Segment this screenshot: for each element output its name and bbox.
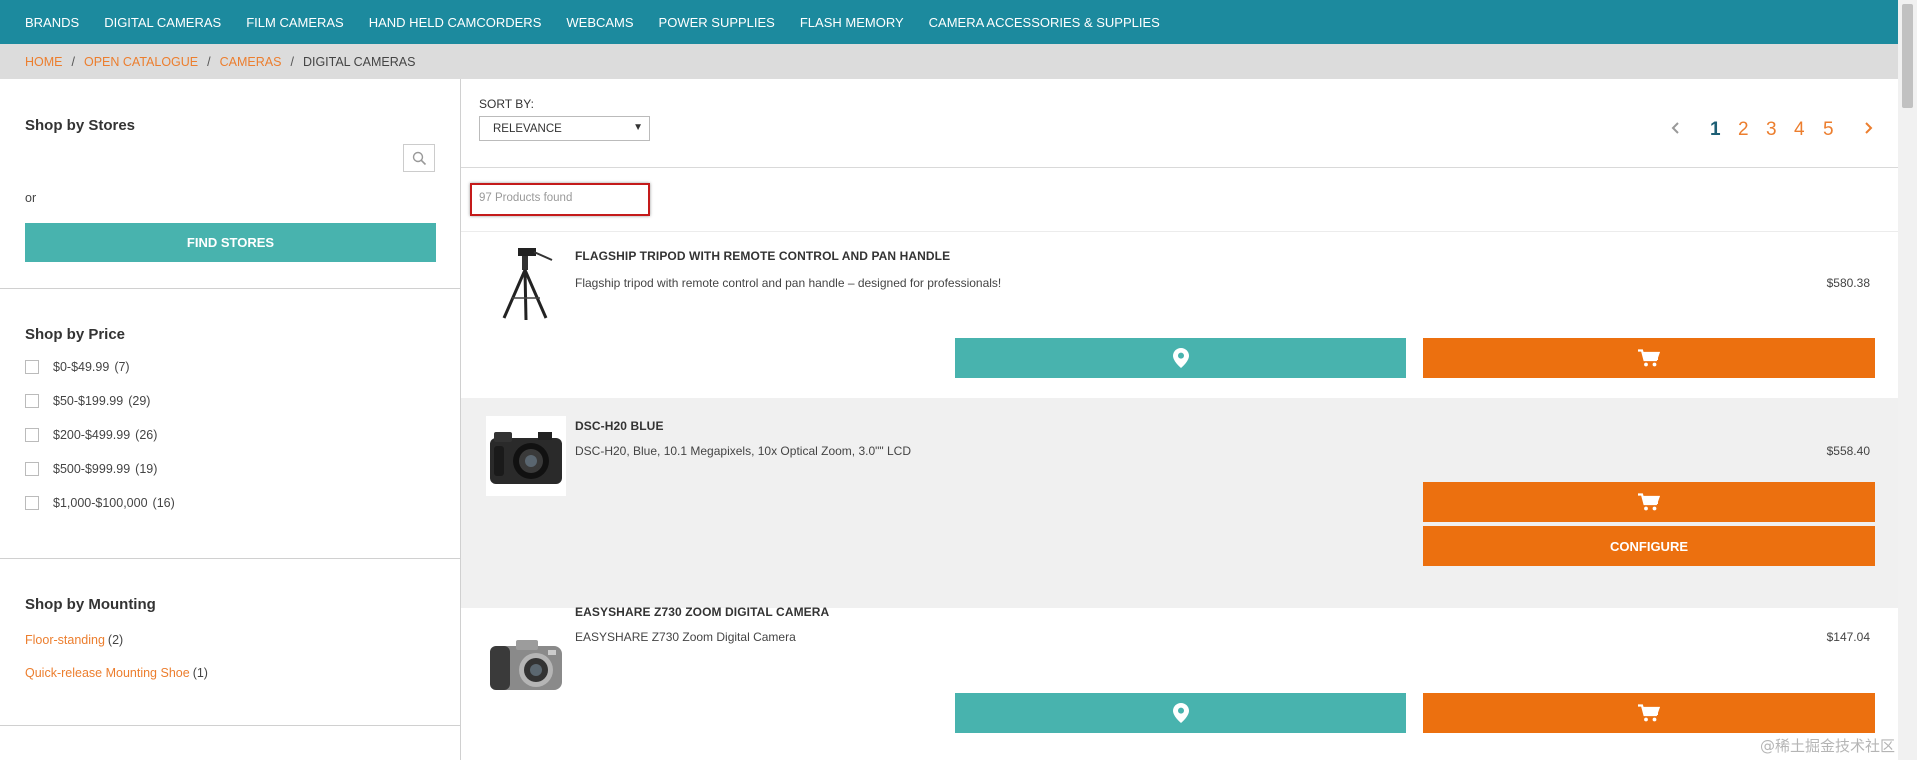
product-listing: SORT BY: RELEVANCE ▼ 1 2 3 4 5 97 Produc…: [461, 79, 1898, 760]
mounting-filter-option[interactable]: Quick-release Mounting Shoe (1): [25, 666, 208, 680]
product-item: EASYSHARE Z730 ZOOM DIGITAL CAMERA EASYS…: [461, 605, 1898, 760]
camera-image[interactable]: [486, 626, 566, 706]
breadcrumb-separator: /: [207, 54, 211, 69]
product-price: $558.40: [1826, 444, 1870, 458]
shop-by-mounting-title: Shop by Mounting: [25, 596, 156, 613]
nav-item-camera-accessories[interactable]: CAMERA ACCESSORIES & SUPPLIES: [929, 15, 1160, 30]
shop-by-mounting-section: Shop by Mounting Floor-standing (2) Quick…: [0, 558, 460, 726]
breadcrumb: HOME / OPEN CATALOGUE / CAMERAS / DIGITA…: [0, 44, 1898, 79]
page-4[interactable]: 4: [1794, 119, 1805, 141]
price-filter-option[interactable]: $1,000-$100,000 (16): [25, 496, 175, 510]
price-filter-option[interactable]: $50-$199.99 (29): [25, 394, 150, 408]
product-description: DSC-H20, Blue, 10.1 Megapixels, 10x Opti…: [575, 444, 911, 458]
page-2[interactable]: 2: [1738, 119, 1749, 141]
cart-icon: [1638, 349, 1660, 367]
product-price: $147.04: [1826, 630, 1870, 644]
price-count: (19): [135, 462, 158, 476]
scrollbar[interactable]: [1898, 0, 1917, 760]
chevron-left-icon[interactable]: [1671, 119, 1681, 141]
price-label[interactable]: $1,000-$100,000: [53, 496, 148, 510]
find-in-store-button[interactable]: [955, 338, 1406, 378]
product-description: Flagship tripod with remote control and …: [575, 276, 1002, 290]
shop-by-price-section: Shop by Price $0-$49.99 (7) $50-$199.99 …: [0, 288, 460, 559]
store-search-button[interactable]: [403, 144, 435, 172]
page-5[interactable]: 5: [1823, 119, 1834, 141]
price-count: (16): [152, 496, 175, 510]
nav-item-hand-held-camcorders[interactable]: HAND HELD CAMCORDERS: [369, 15, 542, 30]
or-text: or: [25, 191, 37, 205]
mounting-link[interactable]: Quick-release Mounting Shoe: [25, 666, 190, 680]
configure-label: CONFIGURE: [1610, 538, 1688, 554]
top-navigation: BRANDS DIGITAL CAMERAS FILM CAMERAS HAND…: [0, 0, 1898, 44]
pagination: 1 2 3 4 5: [461, 117, 1898, 143]
shop-by-price-title: Shop by Price: [25, 326, 126, 343]
nav-item-brands[interactable]: BRANDS: [25, 15, 79, 30]
add-to-cart-button[interactable]: [1423, 482, 1875, 522]
product-name[interactable]: FLAGSHIP TRIPOD WITH REMOTE CONTROL AND …: [575, 249, 950, 263]
mounting-link[interactable]: Floor-standing: [25, 633, 105, 647]
product-price: $580.38: [1826, 276, 1870, 290]
breadcrumb-home[interactable]: HOME: [25, 55, 63, 69]
price-filter-option[interactable]: $500-$999.99 (19): [25, 462, 157, 476]
cart-icon: [1638, 704, 1660, 722]
page-1[interactable]: 1: [1710, 119, 1721, 141]
breadcrumb-separator: /: [290, 54, 294, 69]
map-pin-icon: [1172, 703, 1189, 723]
cart-icon: [1638, 493, 1660, 511]
add-to-cart-button[interactable]: [1423, 338, 1875, 378]
sort-label: SORT BY:: [479, 97, 534, 111]
watermark: @稀土掘金技术社区: [1759, 737, 1895, 755]
find-in-store-button[interactable]: [955, 693, 1406, 733]
breadcrumb-separator: /: [71, 54, 75, 69]
camera-image[interactable]: [486, 416, 566, 496]
price-checkbox[interactable]: [25, 496, 39, 510]
product-name[interactable]: DSC-H20 BLUE: [575, 419, 664, 433]
price-label[interactable]: $0-$49.99: [53, 360, 109, 374]
tripod-image[interactable]: [486, 242, 566, 322]
product-name[interactable]: EASYSHARE Z730 ZOOM DIGITAL CAMERA: [575, 605, 829, 619]
shop-by-stores-section: Shop by Stores or FIND STORES: [0, 79, 460, 289]
mounting-count: (1): [192, 666, 208, 680]
add-to-cart-button[interactable]: [1423, 693, 1875, 733]
chevron-right-icon[interactable]: [1863, 119, 1873, 141]
mounting-filter-option[interactable]: Floor-standing (2): [25, 633, 123, 647]
price-checkbox[interactable]: [25, 462, 39, 476]
price-filter-option[interactable]: $200-$499.99 (26): [25, 428, 157, 442]
price-checkbox[interactable]: [25, 428, 39, 442]
find-stores-button[interactable]: FIND STORES: [25, 223, 436, 262]
price-count: (26): [135, 428, 158, 442]
scrollbar-thumb[interactable]: [1902, 4, 1913, 108]
nav-item-power-supplies[interactable]: POWER SUPPLIES: [659, 15, 775, 30]
nav-item-webcams[interactable]: WEBCAMS: [566, 15, 633, 30]
mounting-count: (2): [107, 633, 124, 647]
price-checkbox[interactable]: [25, 394, 39, 408]
sidebar-filters: Shop by Stores or FIND STORES Shop by Pr…: [0, 79, 461, 760]
breadcrumb-current: DIGITAL CAMERAS: [302, 54, 416, 69]
product-item: FLAGSHIP TRIPOD WITH REMOTE CONTROL AND …: [461, 232, 1898, 398]
page-3[interactable]: 3: [1766, 119, 1777, 141]
price-filter-option[interactable]: $0-$49.99 (7): [25, 360, 130, 374]
shop-by-stores-title: Shop by Stores: [25, 117, 136, 134]
breadcrumb-cameras[interactable]: CAMERAS: [220, 55, 282, 69]
nav-item-flash-memory[interactable]: FLASH MEMORY: [800, 15, 904, 30]
configure-button[interactable]: CONFIGURE: [1423, 526, 1875, 566]
divider: [461, 167, 1898, 168]
breadcrumb-open-catalogue[interactable]: OPEN CATALOGUE: [84, 55, 198, 69]
search-icon: [412, 151, 426, 165]
price-label[interactable]: $200-$499.99: [53, 428, 130, 442]
nav-item-digital-cameras[interactable]: DIGITAL CAMERAS: [104, 15, 221, 30]
price-label[interactable]: $500-$999.99: [53, 462, 130, 476]
price-label[interactable]: $50-$199.99: [53, 394, 123, 408]
products-found-count: 97 Products found: [479, 192, 573, 204]
price-count: (7): [114, 360, 130, 374]
price-checkbox[interactable]: [25, 360, 39, 374]
map-pin-icon: [1172, 348, 1189, 368]
product-description: EASYSHARE Z730 Zoom Digital Camera: [575, 630, 796, 644]
product-item: DSC-H20 BLUE DSC-H20, Blue, 10.1 Megapix…: [461, 398, 1898, 608]
nav-item-film-cameras[interactable]: FILM CAMERAS: [246, 15, 344, 30]
price-count: (29): [128, 394, 151, 408]
